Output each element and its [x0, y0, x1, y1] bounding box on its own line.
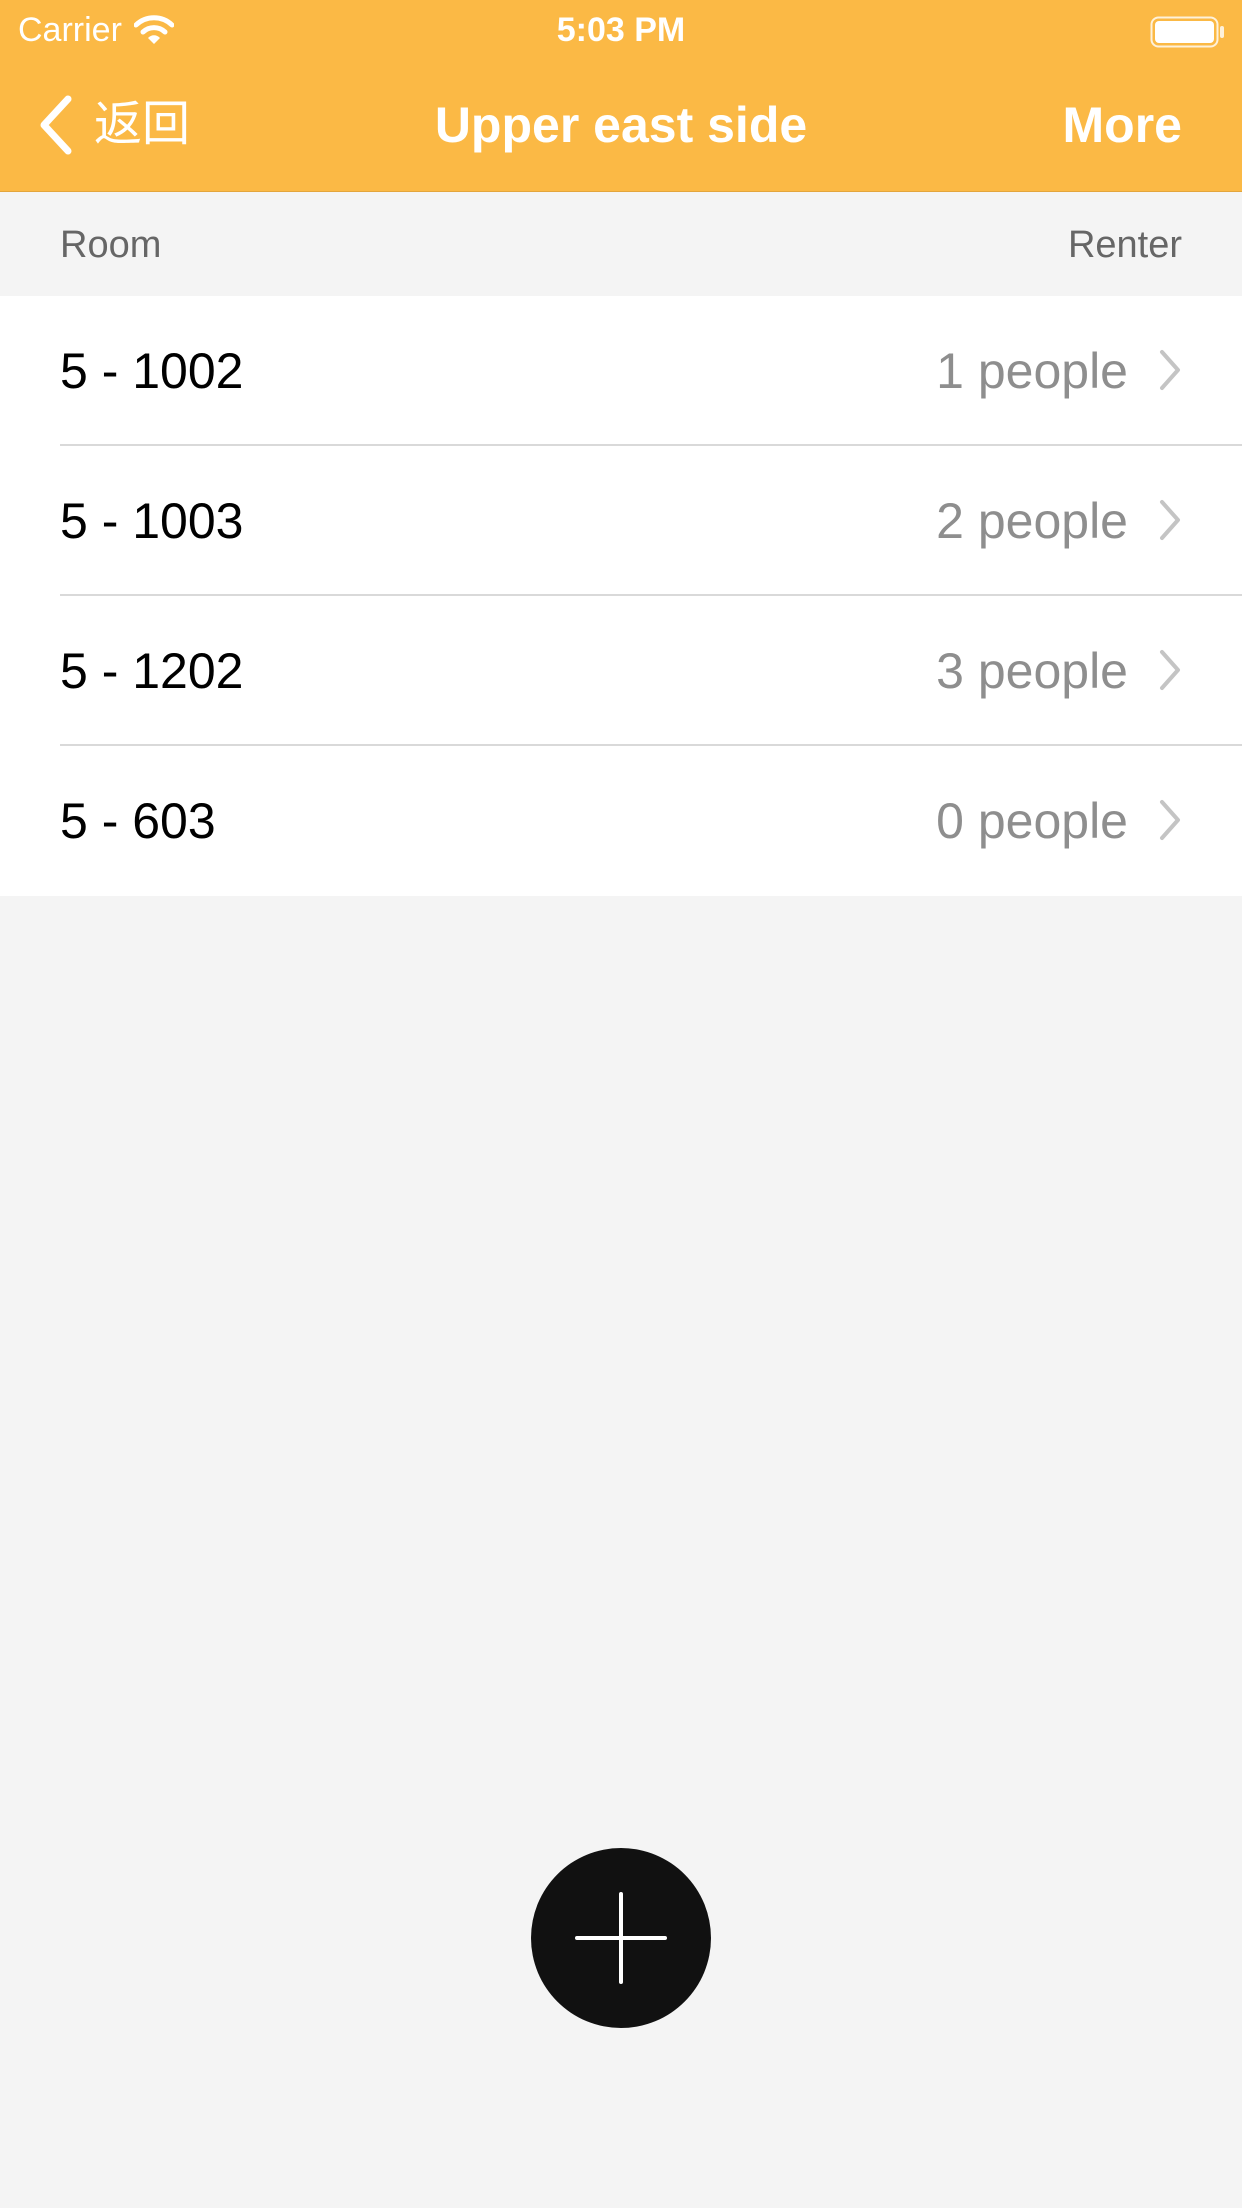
column-renter-label: Renter — [1067, 224, 1182, 266]
renter-count: 3 people — [936, 643, 1128, 699]
room-name: 5 - 603 — [60, 793, 216, 849]
header: Carrier 5:03 PM 返回 Upper east side More — [0, 0, 1242, 192]
room-name: 5 - 1002 — [60, 343, 244, 399]
renter-count: 2 people — [936, 493, 1128, 549]
room-row[interactable]: 5 - 603 0 people — [0, 746, 1242, 896]
room-name: 5 - 1202 — [60, 643, 244, 699]
screen: Carrier 5:03 PM 返回 Upper east side More … — [0, 0, 1242, 2208]
plus-icon — [575, 1892, 667, 1984]
status-bar: Carrier 5:03 PM — [0, 0, 1242, 62]
status-time: 5:03 PM — [556, 11, 686, 49]
room-row[interactable]: 5 - 1002 1 people — [0, 296, 1242, 446]
add-room-button[interactable] — [531, 1848, 711, 2028]
more-button[interactable]: More — [1063, 92, 1182, 158]
room-list: 5 - 1002 1 people 5 - 1003 2 people 5 - … — [0, 296, 1242, 896]
room-row[interactable]: 5 - 1202 3 people — [0, 596, 1242, 746]
navigation-bar: 返回 Upper east side More — [0, 62, 1242, 192]
renter-count: 0 people — [936, 793, 1128, 849]
room-name: 5 - 1003 — [60, 493, 244, 549]
chevron-right-icon — [1160, 500, 1180, 540]
column-header: Room Renter — [0, 192, 1242, 296]
chevron-right-icon — [1160, 650, 1180, 690]
chevron-right-icon — [1160, 800, 1180, 840]
column-room-label: Room — [60, 224, 162, 266]
battery-icon — [1150, 16, 1224, 48]
page-title: Upper east side — [434, 97, 808, 153]
chevron-right-icon — [1160, 350, 1180, 390]
renter-count: 1 people — [936, 343, 1128, 399]
room-row[interactable]: 5 - 1003 2 people — [0, 446, 1242, 596]
